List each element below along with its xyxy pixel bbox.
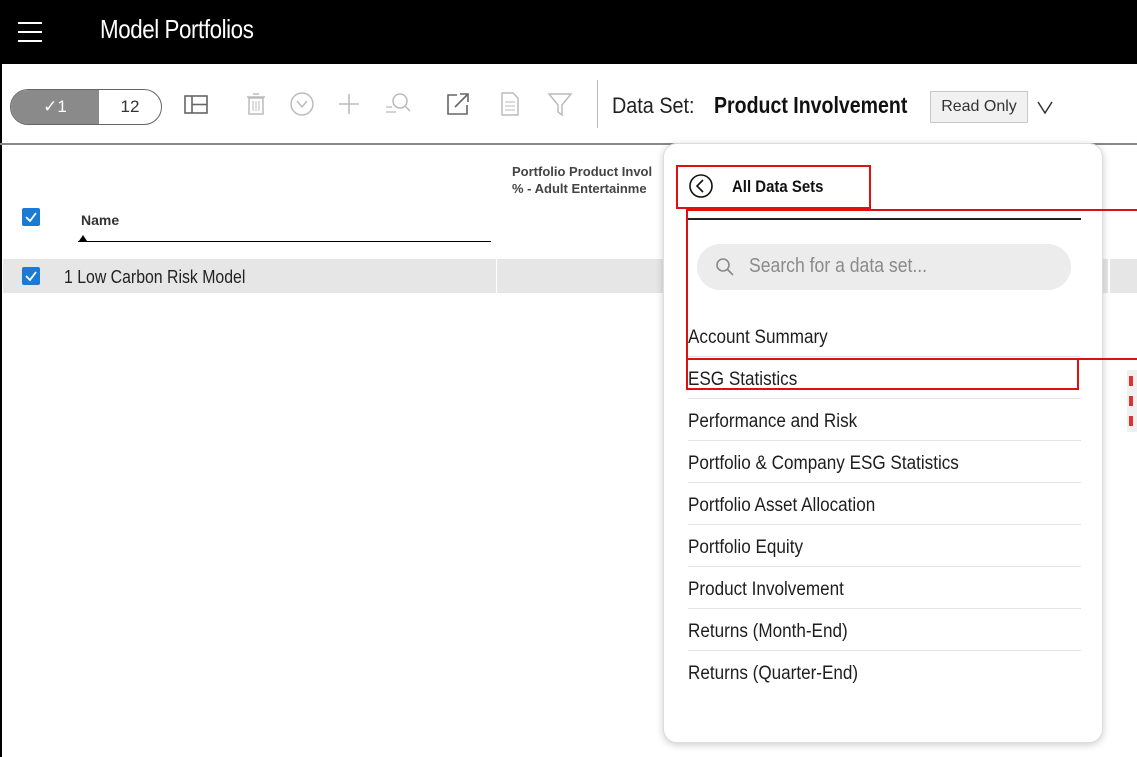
toolbar-divider xyxy=(597,80,598,128)
data-set-search-input[interactable]: Search for a data set... xyxy=(697,244,1071,290)
cell-divider xyxy=(496,259,497,293)
app-header: Model Portfolios xyxy=(0,0,1137,64)
filter-icon[interactable] xyxy=(545,89,575,119)
data-set-item[interactable]: Portfolio & Company ESG Statistics xyxy=(688,441,1081,483)
row-checkbox[interactable] xyxy=(22,267,40,285)
add-icon[interactable] xyxy=(334,89,364,119)
data-set-item[interactable]: Portfolio Asset Allocation xyxy=(688,483,1081,525)
row-portfolio-name[interactable]: 1 Low Carbon Risk Model xyxy=(64,267,245,288)
data-set-item[interactable]: Returns (Quarter-End) xyxy=(688,651,1081,693)
select-all-checkbox[interactable] xyxy=(22,208,40,226)
side-panel-tab[interactable] xyxy=(1127,370,1137,432)
column-resize-line xyxy=(78,241,491,242)
export-icon[interactable] xyxy=(443,89,473,119)
left-border xyxy=(0,64,2,757)
column-header-name[interactable]: Name xyxy=(81,212,119,228)
search-zoom-icon[interactable] xyxy=(383,89,413,119)
search-placeholder: Search for a data set... xyxy=(749,255,928,277)
total-count[interactable]: 12 xyxy=(99,90,161,124)
delete-icon[interactable] xyxy=(241,89,271,119)
dropdown-circle-icon[interactable] xyxy=(287,89,317,119)
cell-divider xyxy=(1108,259,1110,293)
data-set-item[interactable]: Portfolio Equity xyxy=(688,525,1081,567)
document-icon[interactable] xyxy=(495,89,525,119)
data-set-item[interactable]: Returns (Month-End) xyxy=(688,609,1081,651)
data-set-item[interactable]: Account Summary xyxy=(688,315,1081,357)
column-header-line1: Portfolio Product Invol xyxy=(512,164,653,179)
menu-icon[interactable] xyxy=(10,12,50,52)
read-only-badge: Read Only xyxy=(930,91,1028,123)
panel-divider xyxy=(688,218,1081,220)
page-title: Model Portfolios xyxy=(100,14,254,44)
data-set-label: Data Set: xyxy=(612,93,695,118)
data-set-item[interactable]: ESG Statistics xyxy=(688,357,1081,399)
all-data-sets-link[interactable]: All Data Sets xyxy=(732,177,823,197)
layout-icon[interactable] xyxy=(181,89,211,119)
search-icon xyxy=(716,258,734,276)
selected-count[interactable]: ✓1 xyxy=(11,90,99,124)
data-set-name[interactable]: Product Involvement xyxy=(714,92,907,119)
chevron-down-icon[interactable] xyxy=(1034,96,1056,118)
selection-count-toggle[interactable]: ✓1 12 xyxy=(10,89,162,125)
data-set-item[interactable]: Product Involvement xyxy=(688,567,1081,609)
column-header-line2: % - Adult Entertainme xyxy=(512,181,647,196)
data-set-item[interactable]: Performance and Risk xyxy=(688,399,1081,441)
column-header-product-involvement[interactable]: Portfolio Product Invol % - Adult Entert… xyxy=(512,163,677,197)
back-circle-icon[interactable] xyxy=(688,173,714,199)
